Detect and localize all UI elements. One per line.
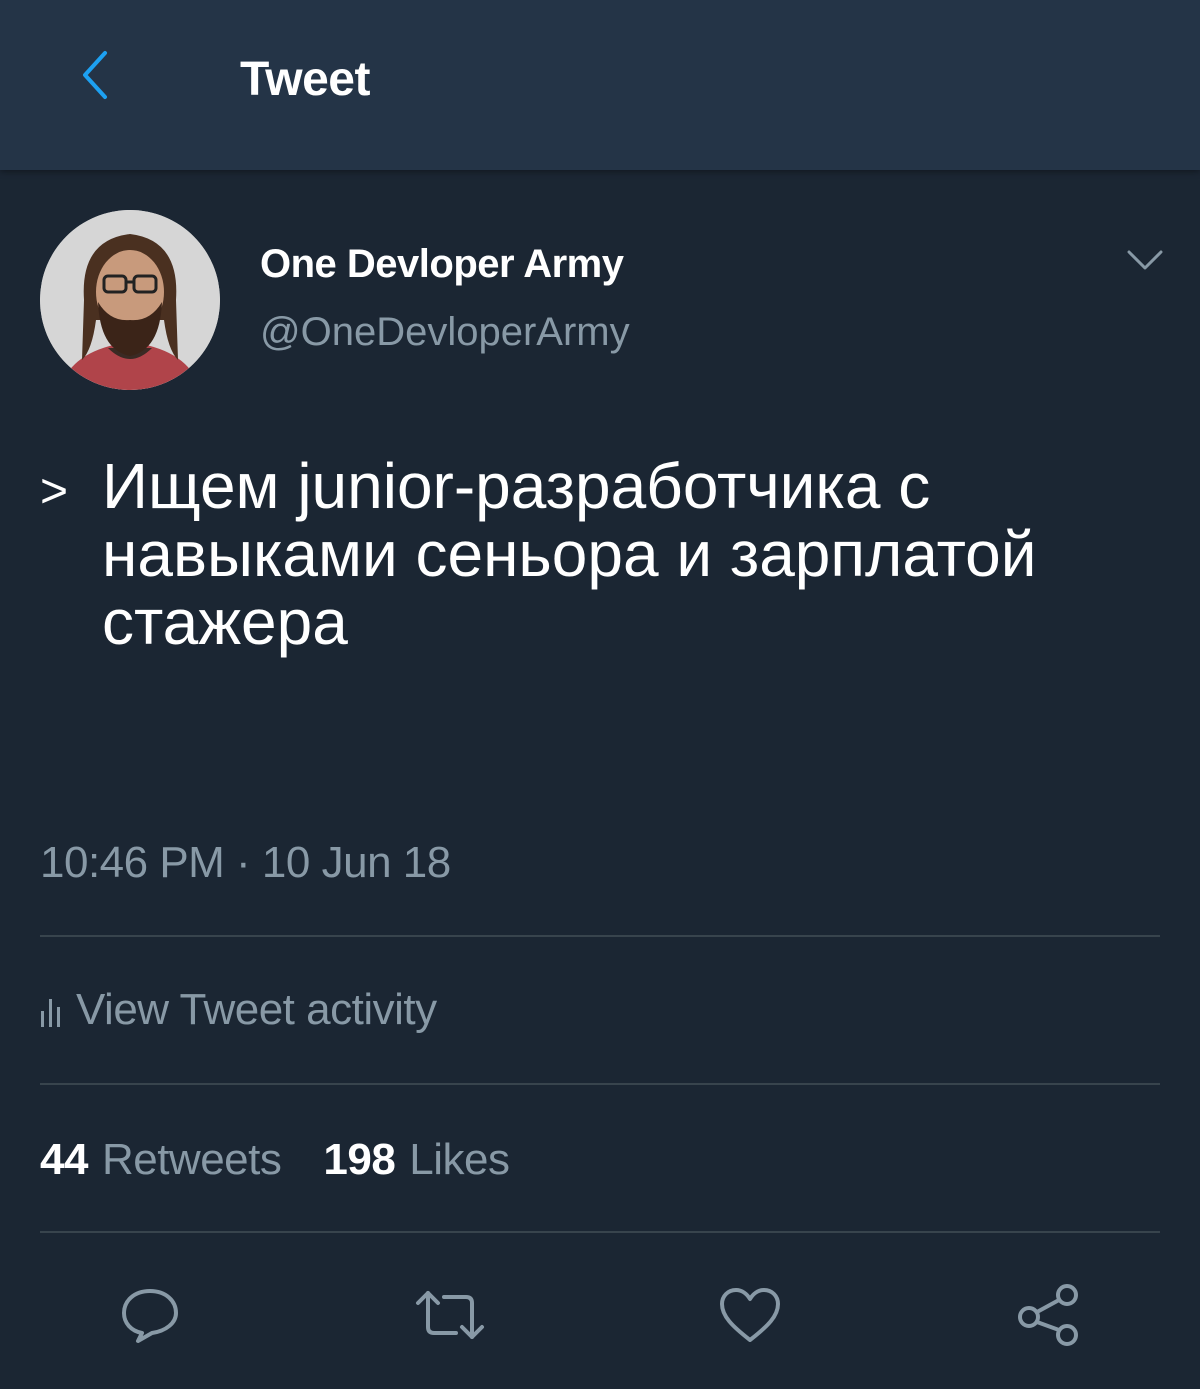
divider <box>40 935 1160 937</box>
chevron-down-icon <box>1127 250 1163 270</box>
likes-stat[interactable]: 198 Likes <box>323 1135 510 1185</box>
author-display-name[interactable]: One Devloper Army <box>260 242 624 287</box>
view-activity-link[interactable]: View Tweet activity <box>40 985 437 1035</box>
reply-icon <box>122 1289 178 1343</box>
avatar-photo <box>40 210 220 390</box>
retweet-icon <box>416 1291 484 1339</box>
back-button[interactable] <box>60 40 130 110</box>
divider <box>40 1231 1160 1233</box>
page-title: Tweet <box>240 53 370 106</box>
view-activity-label: View Tweet activity <box>76 985 437 1034</box>
chevron-left-icon <box>83 51 107 99</box>
tweet-timestamp: 10:46 PM · 10 Jun 18 <box>40 838 451 887</box>
heart-icon <box>720 1288 780 1342</box>
tweet-text: > Ищем junior-разработчика с навыками сен… <box>40 452 1150 656</box>
author-handle[interactable]: @OneDevloperArmy <box>260 310 630 355</box>
tweet-body: Ищем junior-разработчика с навыками сень… <box>102 450 1037 658</box>
quote-mark: > <box>40 465 69 518</box>
avatar[interactable] <box>40 210 220 390</box>
likes-label: Likes <box>409 1135 510 1184</box>
top-bar: Tweet <box>0 0 1200 170</box>
reply-button[interactable] <box>110 1275 190 1355</box>
divider <box>40 1083 1160 1085</box>
retweets-stat[interactable]: 44 Retweets <box>40 1135 282 1185</box>
likes-count: 198 <box>323 1135 396 1184</box>
share-icon <box>1018 1284 1078 1346</box>
like-button[interactable] <box>710 1275 790 1355</box>
share-button[interactable] <box>1008 1275 1088 1355</box>
retweets-label: Retweets <box>101 1135 282 1184</box>
retweets-count: 44 <box>40 1135 88 1184</box>
bar-chart-icon <box>41 999 60 1027</box>
tweet-menu-button[interactable] <box>1115 235 1175 285</box>
retweet-button[interactable] <box>410 1275 490 1355</box>
tweet-stats: 44 Retweets 198 Likes <box>40 1135 552 1185</box>
